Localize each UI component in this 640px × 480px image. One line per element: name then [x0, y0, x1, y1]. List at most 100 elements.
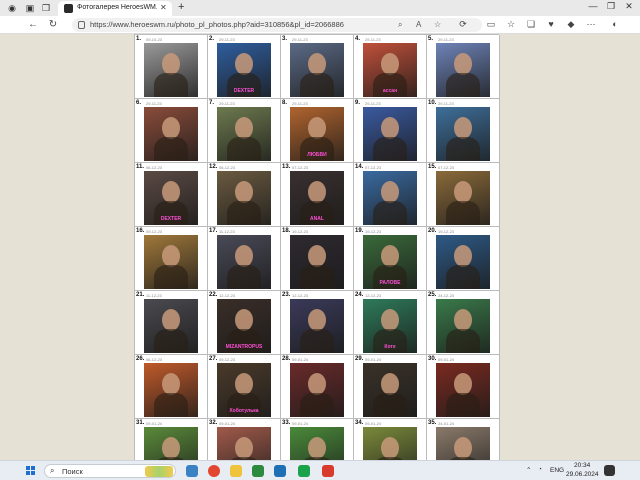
zoom-icon[interactable]: ⌕ [398, 20, 402, 30]
photo-thumbnail[interactable] [217, 107, 271, 161]
photo-thumbnail[interactable]: DEXTER [217, 43, 271, 97]
back-icon[interactable]: ← [26, 19, 40, 30]
taskbar-search[interactable]: ⌕ Поиск [44, 464, 176, 478]
photo-thumbnail[interactable]: РАЛОВЕ [363, 235, 417, 289]
photo-thumbnail[interactable] [144, 43, 198, 97]
mail-icon[interactable] [274, 465, 286, 477]
collections-icon[interactable]: ❏ [524, 19, 538, 30]
menu-icon[interactable]: ⋯ [584, 19, 598, 30]
refresh-icon[interactable]: ↻ [46, 19, 60, 30]
portrait-body [446, 393, 480, 417]
favorite-icon[interactable]: ☆ [434, 20, 441, 29]
photo-thumbnail[interactable] [290, 235, 344, 289]
file-explorer-icon[interactable] [230, 465, 242, 477]
photo-number: 16. [136, 228, 145, 234]
photo-thumbnail[interactable] [363, 107, 417, 161]
minimize-icon[interactable]: — [584, 1, 602, 11]
extensions-icon[interactable]: ⟳ [456, 19, 470, 30]
chrome-icon[interactable] [208, 465, 220, 477]
photo-thumbnail[interactable] [144, 427, 198, 460]
split-screen-icon[interactable]: ▭ [484, 19, 498, 30]
photo-date: 19-12-23 [292, 229, 309, 234]
clock-time[interactable]: 20:34 [574, 462, 590, 469]
copilot-icon[interactable]: ◆ [564, 19, 578, 30]
photo-thumbnail[interactable] [144, 107, 198, 161]
browser-chrome: ◉ ▣ ❒ Фотогалерея HeroesWM. andr... ✕ + … [0, 0, 640, 34]
photo-thumbnail[interactable] [436, 107, 490, 161]
photo-caption: ассан [382, 88, 398, 94]
language-indicator[interactable]: ENG [550, 467, 564, 474]
photo-date: 12-12-23 [365, 293, 382, 298]
favorites-icon[interactable]: ☆ [504, 19, 518, 30]
photo-caption: DEXTER [160, 216, 182, 222]
gallery-cell: 31. 09-01-24 [135, 419, 208, 460]
task-view-icon[interactable] [186, 465, 198, 477]
gallery-cell: 26. 06-12-23 [135, 355, 208, 419]
photo-thumbnail[interactable]: DEXTER [144, 171, 198, 225]
photo-thumbnail[interactable]: ANAL [290, 171, 344, 225]
photo-date: 07-12-23 [292, 165, 309, 170]
photo-thumbnail[interactable]: MIZANTROPUS [217, 299, 271, 353]
maximize-icon[interactable]: ❐ [602, 1, 620, 12]
photo-thumbnail[interactable] [363, 427, 417, 460]
workspaces-icon[interactable]: ▣ [24, 2, 36, 14]
photo-date: 29-11-23 [438, 101, 454, 106]
photo-number: 8. [282, 100, 288, 106]
spreadsheet-icon[interactable] [298, 465, 310, 477]
presentation-icon[interactable] [322, 465, 334, 477]
photo-thumbnail[interactable] [217, 171, 271, 225]
browser-essentials-icon[interactable]: ♥ [544, 19, 558, 29]
photo-number: 20. [428, 228, 437, 234]
photo-thumbnail[interactable] [436, 363, 490, 417]
portrait-body [300, 393, 334, 417]
photo-number: 29. [355, 356, 364, 362]
notifications-icon[interactable] [604, 465, 615, 476]
clock-date[interactable]: 29.06.2024 [566, 471, 599, 478]
photo-thumbnail[interactable]: ассан [363, 43, 417, 97]
sidebar-copilot-icon[interactable]: ◐ [608, 19, 622, 29]
tab-actions-icon[interactable]: ❒ [40, 2, 52, 14]
portrait-body [227, 137, 261, 161]
photo-caption: Коте [384, 344, 396, 350]
search-icon: ⌕ [50, 466, 55, 475]
app-green-icon[interactable] [252, 465, 264, 477]
photo-thumbnail[interactable] [290, 427, 344, 460]
portrait-figure [381, 53, 399, 75]
network-icon[interactable]: ◔ [538, 466, 542, 473]
windows-start-icon[interactable] [26, 466, 36, 476]
profile-icon[interactable]: ◉ [6, 2, 18, 14]
photo-thumbnail[interactable] [144, 235, 198, 289]
photo-thumbnail[interactable] [363, 363, 417, 417]
portrait-body [373, 201, 407, 225]
photo-thumbnail[interactable] [436, 299, 490, 353]
photo-thumbnail[interactable] [290, 299, 344, 353]
new-tab-button[interactable]: + [178, 1, 184, 13]
photo-thumbnail[interactable] [217, 427, 271, 460]
photo-thumbnail[interactable] [144, 299, 198, 353]
photo-thumbnail[interactable] [217, 235, 271, 289]
photo-thumbnail[interactable] [436, 171, 490, 225]
portrait-figure [162, 181, 180, 203]
gallery-cell: 28. 09-01-24 [281, 355, 354, 419]
photo-thumbnail[interactable] [436, 427, 490, 460]
gallery-cell: 34. 09-01-24 [354, 419, 427, 460]
gallery-cell: 32. 09-01-24 [208, 419, 281, 460]
photo-thumbnail[interactable] [144, 363, 198, 417]
photo-thumbnail[interactable] [290, 363, 344, 417]
url-text: https://www.heroeswm.ru/photo_pl_photos.… [90, 20, 344, 29]
photo-thumbnail[interactable] [290, 43, 344, 97]
photo-thumbnail[interactable]: ЛЮБВИ [290, 107, 344, 161]
address-bar[interactable]: https://www.heroeswm.ru/photo_pl_photos.… [72, 18, 482, 32]
photo-thumbnail[interactable] [363, 171, 417, 225]
portrait-figure [162, 117, 180, 139]
photo-number: 25. [428, 292, 437, 298]
read-aloud-icon[interactable]: A [416, 20, 421, 29]
photo-thumbnail[interactable]: Хоботулька [217, 363, 271, 417]
close-window-icon[interactable]: ✕ [620, 1, 638, 12]
photo-thumbnail[interactable] [436, 235, 490, 289]
photo-thumbnail[interactable]: Коте [363, 299, 417, 353]
tray-arrow-icon[interactable]: ⌃ [526, 466, 531, 474]
photo-thumbnail[interactable] [436, 43, 490, 97]
close-tab-icon[interactable]: ✕ [160, 3, 167, 12]
tab-heroeswm-gallery[interactable]: Фотогалерея HeroesWM. andr... ✕ [58, 1, 172, 16]
